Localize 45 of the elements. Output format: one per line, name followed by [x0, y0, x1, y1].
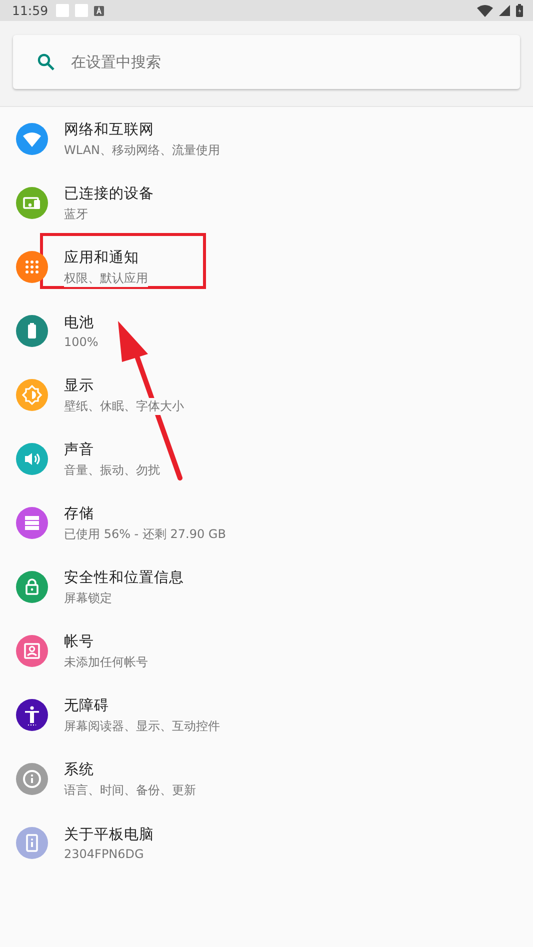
settings-item[interactable]: 声音 音量、振动、勿扰 — [0, 427, 533, 491]
settings-item[interactable]: 系统 语言、时间、备份、更新 — [0, 747, 533, 811]
search-icon — [37, 53, 55, 71]
item-title: 系统 — [64, 760, 95, 778]
battery-icon — [516, 4, 523, 17]
item-title: 关于平板电脑 — [64, 826, 154, 844]
settings-item[interactable]: 应用和通知 权限、默认应用 — [0, 235, 533, 299]
item-title: 已连接的设备 — [64, 184, 154, 202]
item-subtitle: 屏幕锁定 — [64, 590, 112, 606]
status-time: 11:59 — [12, 3, 48, 18]
item-subtitle: 蓝牙 — [64, 206, 88, 222]
signal-icon — [499, 5, 510, 16]
notification-icon — [56, 4, 70, 17]
notification-icon — [75, 4, 88, 17]
item-title: 无障碍 — [64, 696, 110, 714]
item-title: 电池 — [64, 314, 95, 332]
item-subtitle: WLAN、移动网络、流量使用 — [64, 142, 220, 158]
settings-item[interactable]: 电池 100% — [0, 299, 533, 363]
settings-item[interactable]: 关于平板电脑 2304FPN6DG — [0, 811, 533, 875]
settings-item[interactable]: 无障碍 屏幕阅读器、显示、互动控件 — [0, 683, 533, 747]
settings-item[interactable]: 显示 壁纸、休眠、字体大小 — [0, 363, 533, 427]
item-subtitle: 音量、振动、勿扰 — [64, 462, 160, 478]
settings-item[interactable]: 网络和互联网 WLAN、移动网络、流量使用 — [0, 107, 533, 171]
item-title: 帐号 — [64, 632, 95, 650]
item-title: 应用和通知 — [64, 248, 140, 266]
settings-item[interactable]: 已连接的设备 蓝牙 — [0, 171, 533, 235]
settings-item[interactable]: 安全性和位置信息 屏幕锁定 — [0, 555, 533, 619]
item-subtitle: 语言、时间、备份、更新 — [64, 782, 196, 798]
keyboard-icon — [94, 6, 104, 16]
item-subtitle: 权限、默认应用 — [64, 270, 148, 286]
item-subtitle: 2304FPN6DG — [64, 847, 144, 861]
item-title: 声音 — [64, 440, 95, 458]
item-subtitle: 未添加任何帐号 — [64, 654, 148, 670]
item-title: 显示 — [64, 376, 95, 394]
search-field[interactable]: 在设置中搜索 — [13, 35, 520, 89]
item-subtitle: 100% — [64, 335, 98, 349]
item-subtitle: 屏幕阅读器、显示、互动控件 — [64, 718, 220, 734]
wifi-icon — [477, 4, 493, 16]
item-title: 网络和互联网 — [64, 120, 155, 138]
settings-item[interactable]: 帐号 未添加任何帐号 — [0, 619, 533, 683]
item-title: 安全性和位置信息 — [64, 568, 184, 586]
settings-item[interactable]: 存储 已使用 56% - 还剩 27.90 GB — [0, 491, 533, 555]
item-title: 存储 — [64, 504, 95, 522]
item-subtitle: 已使用 56% - 还剩 27.90 GB — [64, 526, 226, 542]
item-subtitle: 壁纸、休眠、字体大小 — [64, 398, 184, 414]
